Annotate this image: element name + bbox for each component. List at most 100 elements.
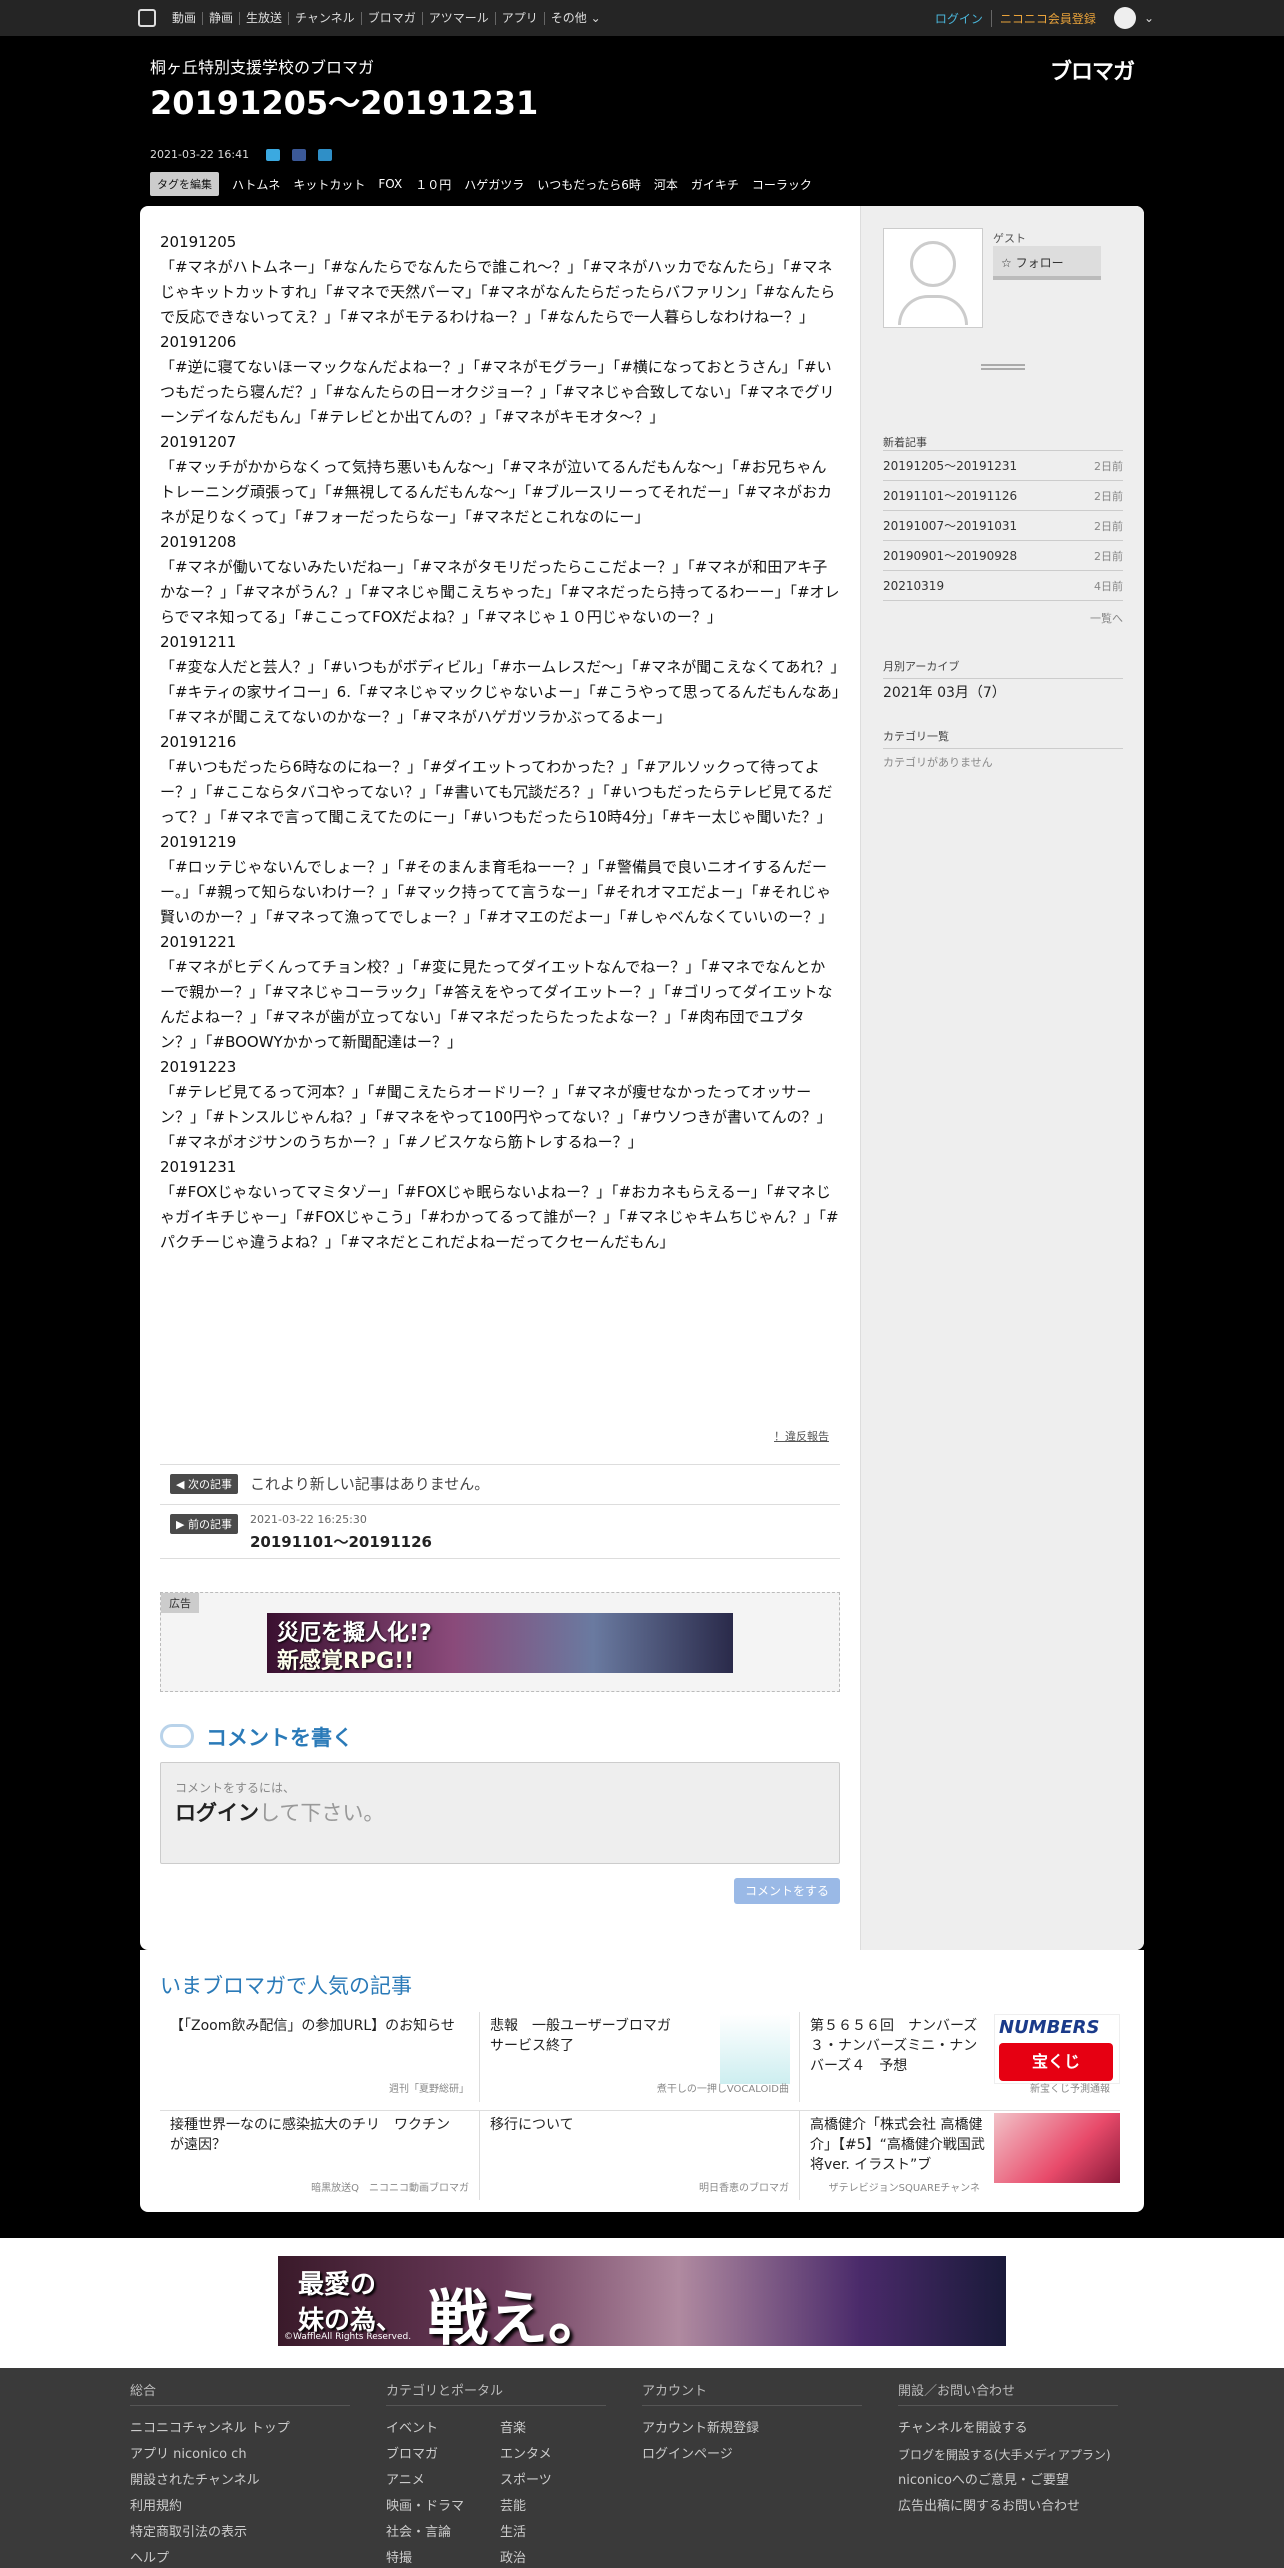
nav-atsumaru[interactable]: アツマール (421, 11, 495, 25)
footer-link[interactable]: niconicoへのご意見・ご要望 (898, 2468, 1118, 2494)
nav-more[interactable]: その他 ⌄ (543, 11, 607, 25)
user-avatar-icon[interactable] (1113, 7, 1136, 29)
category-heading: カテゴリ一覧 (883, 728, 1123, 749)
popular-item[interactable]: 移行について 明日香恵のブロマガ (480, 2110, 800, 2200)
new-articles-heading: 新着記事 (883, 436, 927, 449)
nav-channel[interactable]: チャンネル (288, 11, 361, 25)
facebook-share-icon[interactable] (292, 149, 306, 161)
footer-link[interactable]: アカウント新規登録 (642, 2416, 862, 2442)
tag-item[interactable]: １０円 (415, 176, 451, 193)
nav-douga[interactable]: 動画 (166, 11, 202, 25)
footer-link[interactable]: 芸能 (500, 2494, 552, 2520)
footer-link[interactable]: 特撮 (386, 2546, 464, 2568)
post-date: 2021-03-22 16:41 (150, 148, 250, 161)
footer-link[interactable]: アニメ (386, 2468, 464, 2494)
footer-link[interactable]: 政治 (500, 2546, 552, 2568)
bottom-banner-headline: 戦え。 (428, 2284, 608, 2346)
new-article-title: 20191007～20191031 (883, 519, 1018, 533)
footer-link[interactable]: チャンネルを開設する (898, 2416, 1118, 2442)
bromaga-logo[interactable]: ブロマガ (1050, 54, 1135, 86)
footer-heading: 開設／お問い合わせ (898, 2380, 1118, 2406)
tag-item[interactable]: コーラック (752, 176, 812, 193)
footer: 総合 ニコニコチャンネル トップ アプリ niconico ch 開設されたチャ… (0, 2368, 1284, 2568)
prev-article-row[interactable]: ▶ 前の記事 2021-03-22 16:25:30 20191101～2019… (160, 1504, 840, 1559)
tag-item[interactable]: いつもだったら6時 (537, 176, 641, 193)
register-link[interactable]: ニコニコ会員登録 (990, 9, 1096, 27)
comment-heading: コメントを書く (206, 1726, 353, 1750)
guest-avatar-icon (883, 228, 983, 328)
footer-link[interactable]: ニコニコチャンネル トップ (130, 2416, 350, 2442)
footer-link[interactable]: スポーツ (500, 2468, 552, 2494)
tag-item[interactable]: キットカット (293, 176, 365, 193)
new-articles-more-link[interactable]: 一覧へ (883, 610, 1123, 626)
new-article-item[interactable]: 20191101～20191126 2日前 (883, 481, 1123, 511)
footer-link[interactable]: エンタメ (500, 2442, 552, 2468)
new-article-item[interactable]: 20210319 4日前 (883, 571, 1123, 601)
footer-col-account: アカウント アカウント新規登録 ログインページ (642, 2380, 862, 2468)
popular-item[interactable]: 接種世界一なのに感染拡大のチリ ワクチンが遠因？ 暗黒放送Q ニコニコ動画ブロマ… (160, 2110, 480, 2200)
popular-item[interactable]: 悲報 一般ユーザーブロマガサービス終了 煮干しの一押しVOCALOID曲 (480, 2012, 800, 2102)
footer-link[interactable]: 特定商取引法の表示 (130, 2520, 350, 2546)
tag-item[interactable]: ハトムネ (232, 176, 280, 193)
popular-section: いまブロマガで人気の記事 【「Zoom飲み配信」の参加URL】のお知らせ 週刊「… (140, 1950, 1144, 2212)
nav-blomaga[interactable]: ブロマガ (360, 11, 422, 25)
twitter-share-icon[interactable] (266, 149, 280, 161)
tag-item[interactable]: ガイキチ (691, 176, 739, 193)
nav-live[interactable]: 生放送 (239, 11, 288, 25)
new-article-item[interactable]: 20191007～20191031 2日前 (883, 511, 1123, 541)
article-paragraph: 「#テレビ見てるって河本？」「#聞こえたらオードリー？」「#マネが痩せなかったっ… (160, 1083, 832, 1151)
category-empty-text: カテゴリがありません (883, 756, 993, 769)
article-paragraph: 「#逆に寝てないほーマックなんだよねー？」「#マネがモグラー」「#横になっておと… (160, 358, 835, 426)
footer-link[interactable]: 生活 (500, 2520, 552, 2546)
footer-link[interactable]: ヘルプ (130, 2546, 350, 2568)
nav-app[interactable]: アプリ (494, 11, 544, 25)
tag-edit-button[interactable]: タグを編集 (150, 172, 219, 196)
tag-item[interactable]: 河本 (654, 176, 678, 193)
popular-item[interactable]: 高橋健介「株式会社 高橋健介」【#5】“高橋健介戦国武将ver. イラスト”ブ … (800, 2110, 1120, 2200)
speech-bubble-icon (160, 1724, 194, 1748)
footer-col-contact: 開設／お問い合わせ チャンネルを開設する ブログを開設する(大手メディアプラン)… (898, 2380, 1118, 2520)
footer-link[interactable]: アプリ niconico ch (130, 2442, 350, 2468)
comment-login-link[interactable]: ログイン (175, 1801, 259, 1825)
popular-item-source: 煮干しの一押しVOCALOID曲 (656, 2084, 789, 2095)
follow-button[interactable]: ☆ フォロー (993, 246, 1101, 280)
collapse-handle[interactable] (981, 364, 1025, 370)
tag-item[interactable]: ハゲガツラ (464, 176, 524, 193)
bottom-ad-banner[interactable]: 最愛の 妹の為、 戦え。 ©WaffleAll Rights Reserved. (278, 2256, 1006, 2346)
comment-submit-button[interactable]: コメントをする (734, 1878, 840, 1904)
footer-link[interactable]: イベント (386, 2416, 464, 2442)
comment-textarea[interactable]: コメントをするには、 ログインして下さい。 (160, 1762, 840, 1864)
footer-link[interactable]: 映画・ドラマ (386, 2494, 464, 2520)
next-article-badge[interactable]: ◀ 次の記事 (170, 1474, 238, 1494)
footer-link[interactable]: 広告出稿に関するお問い合わせ (898, 2494, 1118, 2520)
niconico-logo-icon[interactable] (138, 9, 156, 27)
article-date-heading: 20191206 (160, 333, 237, 351)
new-article-item[interactable]: 20191205～20191231 2日前 (883, 451, 1123, 481)
footer-link[interactable]: ブロマガ (386, 2442, 464, 2468)
footer-link[interactable]: ブログを開設する(大手メディアプラン) (898, 2442, 1118, 2468)
chevron-down-icon[interactable]: ⌄ (1144, 11, 1154, 25)
report-link[interactable]: ！違反報告 (774, 1428, 829, 1444)
nav-seiga[interactable]: 静画 (202, 11, 239, 25)
prev-article-badge[interactable]: ▶ 前の記事 (170, 1514, 238, 1534)
login-link[interactable]: ログイン (935, 10, 983, 27)
footer-link[interactable]: 音楽 (500, 2416, 552, 2442)
footer-category-links: イベント ブロマガ アニメ 映画・ドラマ 社会・言論 特撮 音楽 エンタメ スポ… (386, 2416, 606, 2568)
footer-link[interactable]: ログインページ (642, 2442, 862, 2468)
bottom-banner-line1: 最愛の (298, 2270, 377, 2300)
blog-name[interactable]: 桐ヶ丘特別支援学校のブロマガ (150, 54, 374, 78)
tag-item[interactable]: FOX (378, 177, 402, 191)
prev-article-title[interactable]: 20191101～20191126 (250, 1531, 432, 1552)
archive-item[interactable]: 2021年 03月（7） (883, 682, 1006, 702)
footer-link[interactable]: 社会・言論 (386, 2520, 464, 2546)
new-article-item[interactable]: 20190901～20190928 2日前 (883, 541, 1123, 571)
profile-card: ゲスト ☆ フォロー (861, 206, 1144, 356)
ad-banner[interactable]: 災厄を擬人化!? 新感覚RPG!! (267, 1613, 733, 1673)
footer-link[interactable]: 開設されたチャンネル (130, 2468, 350, 2494)
popular-item[interactable]: 第５６５６回 ナンバーズ３・ナンバーズミニ・ナンバーズ４ 予想 NUMBERS … (800, 2012, 1120, 2102)
footer-link[interactable]: 利用規約 (130, 2494, 350, 2520)
popular-item-thumbnail (994, 2113, 1120, 2183)
popular-item[interactable]: 【「Zoom飲み配信」の参加URL】のお知らせ 週刊「夏野総研」 (160, 2012, 480, 2102)
new-article-title: 20190901～20190928 (883, 549, 1018, 563)
hatena-share-icon[interactable] (318, 149, 332, 161)
